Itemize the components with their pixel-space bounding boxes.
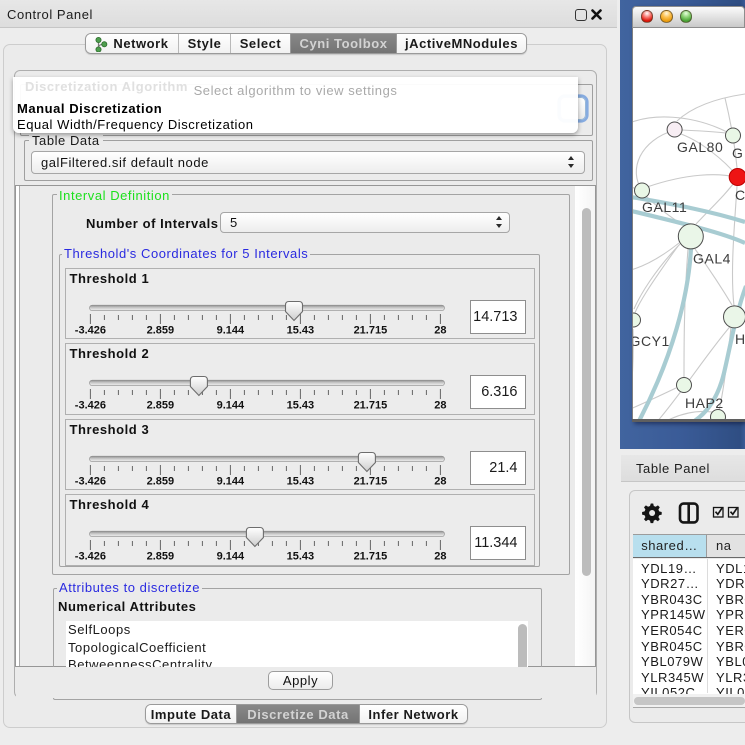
svg-text:2.859: 2.859 — [147, 400, 175, 412]
svg-text:21.715: 21.715 — [354, 551, 388, 563]
svg-text:-3.426: -3.426 — [75, 475, 106, 487]
svg-text:-3.426: -3.426 — [75, 324, 106, 336]
svg-text:GAL11: GAL11 — [642, 199, 687, 215]
svg-text:28: 28 — [434, 475, 446, 487]
svg-text:9.144: 9.144 — [217, 475, 245, 487]
svg-text:15.43: 15.43 — [287, 551, 315, 563]
svg-text:2.859: 2.859 — [147, 324, 175, 336]
svg-text:2.859: 2.859 — [147, 551, 175, 563]
svg-text:9.144: 9.144 — [217, 551, 245, 563]
svg-text:GAL4: GAL4 — [693, 251, 731, 267]
svg-text:C: C — [735, 187, 745, 203]
svg-text:28: 28 — [434, 551, 446, 563]
svg-text:21.715: 21.715 — [354, 324, 388, 336]
svg-text:28: 28 — [434, 324, 446, 336]
svg-text:HAP2: HAP2 — [685, 395, 724, 411]
svg-text:-3.426: -3.426 — [75, 400, 106, 412]
svg-text:21.715: 21.715 — [354, 400, 388, 412]
svg-text:9.144: 9.144 — [217, 324, 245, 336]
svg-text:28: 28 — [434, 400, 446, 412]
svg-text:9.144: 9.144 — [217, 400, 245, 412]
svg-text:-3.426: -3.426 — [75, 551, 106, 563]
svg-text:G: G — [732, 145, 743, 161]
svg-text:21.715: 21.715 — [354, 475, 388, 487]
svg-text:15.43: 15.43 — [287, 324, 315, 336]
svg-text:15.43: 15.43 — [287, 400, 315, 412]
svg-text:GCY1: GCY1 — [633, 333, 670, 349]
svg-text:15.43: 15.43 — [287, 475, 315, 487]
svg-text:2.859: 2.859 — [147, 475, 175, 487]
svg-text:H: H — [735, 331, 745, 347]
svg-text:GAL80: GAL80 — [677, 139, 723, 155]
